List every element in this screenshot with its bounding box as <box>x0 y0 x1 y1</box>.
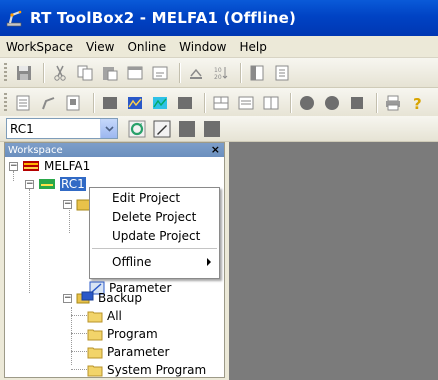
tile-icon[interactable] <box>210 92 232 114</box>
chart-blue-icon[interactable] <box>149 92 171 114</box>
print-alt-icon[interactable] <box>382 92 404 114</box>
tree-node-rc1[interactable]: − RC1 <box>25 175 86 193</box>
tree-node-all[interactable]: All <box>87 307 122 325</box>
tree-label-program: Program <box>107 327 158 341</box>
collapse-icon[interactable]: − <box>63 199 72 209</box>
save-icon[interactable] <box>13 62 35 84</box>
page-alt-icon[interactable] <box>271 62 293 84</box>
menu-workspace[interactable]: WorkSpace <box>6 40 73 54</box>
circle-alt-icon[interactable] <box>321 92 343 114</box>
tree-label-all: All <box>107 309 122 323</box>
stop-icon[interactable] <box>174 92 196 114</box>
robot-selector-dropdown[interactable]: RC1 <box>6 118 118 139</box>
grid-icon[interactable] <box>99 92 121 114</box>
edit-robot-icon[interactable] <box>151 118 173 140</box>
collapse-icon[interactable]: − <box>9 161 18 171</box>
mdi-work-area[interactable] <box>229 142 438 380</box>
workspace-header: Workspace × <box>5 143 224 157</box>
save-all-icon[interactable] <box>149 62 171 84</box>
svg-text:20: 20 <box>214 74 222 81</box>
controller-icon <box>39 179 55 189</box>
workspace-title: Workspace <box>8 144 63 156</box>
tree-label-melfa1: MELFA1 <box>44 159 91 173</box>
sort-icon[interactable]: 10 20 <box>210 62 232 84</box>
tree-node-melfa1[interactable]: − MELFA1 <box>9 157 90 175</box>
robot-arm-app-icon <box>6 10 22 27</box>
menu-bar: WorkSpace View Online Window Help <box>0 36 438 58</box>
folder-icon <box>87 329 103 341</box>
menu-help[interactable]: Help <box>240 40 267 54</box>
page-icon[interactable] <box>246 62 268 84</box>
chart-icon[interactable] <box>124 92 146 114</box>
disabled-button-alt-icon[interactable] <box>201 118 223 140</box>
folder-icon <box>87 365 103 377</box>
disabled-button-icon[interactable] <box>176 118 198 140</box>
window-title: RT ToolBox2 - MELFA1 (Offline) <box>30 9 297 27</box>
robot-selector-bar: RC1 <box>0 116 438 142</box>
menu-window[interactable]: Window <box>179 40 226 54</box>
svg-text:10: 10 <box>214 67 222 74</box>
title-bar: RT ToolBox2 - MELFA1 (Offline) <box>0 0 438 36</box>
robot-selector-value: RC1 <box>10 121 34 136</box>
tree-node-system-program[interactable]: System Program <box>87 361 222 379</box>
backup-icon <box>76 291 94 304</box>
tree-label-backup-parameter: Parameter <box>107 345 170 359</box>
svg-text:?: ? <box>413 95 422 112</box>
submenu-arrow-icon <box>207 258 211 266</box>
menu-item-update-project[interactable]: Update Project <box>90 226 219 245</box>
chevron-down-icon[interactable] <box>100 119 117 138</box>
list-icon[interactable] <box>235 92 257 114</box>
menu-separator <box>92 248 217 249</box>
collapse-icon[interactable]: − <box>25 179 34 189</box>
tree-node-offline[interactable]: − <box>63 195 92 213</box>
window-icon[interactable] <box>124 62 146 84</box>
menu-item-delete-project[interactable]: Delete Project <box>90 207 219 226</box>
circle-icon[interactable] <box>296 92 318 114</box>
context-menu: Edit Project Delete Project Update Proje… <box>89 187 220 279</box>
ladder-icon[interactable] <box>13 92 35 114</box>
panel-icon[interactable] <box>260 92 282 114</box>
tree-label-backup: Backup <box>98 291 142 305</box>
folder-icon <box>87 347 103 359</box>
window-alt-icon[interactable] <box>346 92 368 114</box>
print-icon[interactable] <box>185 62 207 84</box>
toolbar-standard: 10 20 <box>0 58 438 88</box>
tree-node-backup[interactable]: − Backup <box>63 289 142 307</box>
toolbar-robot: ? <box>0 88 438 118</box>
collapse-icon[interactable]: − <box>63 293 72 303</box>
menu-item-offline[interactable]: Offline <box>90 252 219 271</box>
tree-label-rc1: RC1 <box>60 177 86 191</box>
robot-icon[interactable] <box>38 92 60 114</box>
toolbar-grip-2[interactable] <box>4 92 7 113</box>
tree-node-backup-parameter[interactable]: Parameter <box>87 343 169 361</box>
help-icon[interactable]: ? <box>407 92 429 114</box>
tree-label-system-program: System Program <box>107 363 207 377</box>
toolbar-grip[interactable] <box>4 62 7 83</box>
connect-icon[interactable] <box>126 118 148 140</box>
copy-icon[interactable] <box>74 62 96 84</box>
menu-item-edit-project[interactable]: Edit Project <box>90 188 219 207</box>
tree-node-program[interactable]: Program <box>87 325 158 343</box>
menu-online[interactable]: Online <box>127 40 166 54</box>
workcell-icon <box>23 161 39 171</box>
paste-icon[interactable] <box>99 62 121 84</box>
folder-icon <box>87 311 103 323</box>
monitor-icon[interactable] <box>63 92 85 114</box>
close-icon[interactable]: × <box>211 143 220 156</box>
cut-icon[interactable] <box>49 62 71 84</box>
menu-view[interactable]: View <box>86 40 114 54</box>
